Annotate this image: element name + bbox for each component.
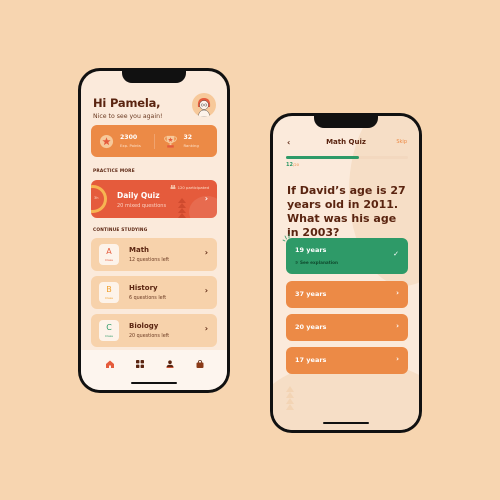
quiz-phone: ‹ Math Quiz Skip 12/20 If David’s age is… xyxy=(270,113,422,433)
answer-text: 19 years xyxy=(295,246,327,254)
practice-section-title: PRACTICE MORE xyxy=(93,169,135,174)
decor-blob xyxy=(189,196,217,218)
grid-icon[interactable] xyxy=(135,359,145,369)
progress-current: 12 xyxy=(286,162,293,168)
answer-option[interactable]: 17 years › xyxy=(286,347,408,374)
chevron-right-icon: › xyxy=(396,355,399,363)
skip-button[interactable]: Skip xyxy=(396,139,407,145)
avatar[interactable] xyxy=(192,93,216,117)
quiz-progress-bar xyxy=(286,156,408,159)
daily-quiz-subtitle: 20 mixed questions xyxy=(117,203,167,209)
answer-text: 20 years xyxy=(295,323,327,331)
quiz-screen: ‹ Math Quiz Skip 12/20 If David’s age is… xyxy=(273,116,419,430)
chevron-right-icon: › xyxy=(204,194,208,203)
chevron-right-icon: › xyxy=(396,289,399,297)
quiz-header: ‹ Math Quiz Skip xyxy=(273,138,419,150)
stat-exp-points: 2300 Exp. Points xyxy=(91,134,154,149)
star-badge-icon xyxy=(99,134,114,149)
course-card-biology[interactable]: C Class Biology 20 questions left › xyxy=(91,314,217,347)
class-letter: B xyxy=(106,285,112,294)
class-tag: Class xyxy=(105,296,113,300)
class-letter: A xyxy=(106,247,112,256)
home-indicator xyxy=(323,421,369,424)
decor-triangles xyxy=(286,386,294,410)
participants-count: 120 participated xyxy=(177,185,209,190)
participants-info: 120 participated xyxy=(170,185,209,190)
profile-icon[interactable] xyxy=(165,359,175,369)
home-screen: Hi Pamela, Nice to see you again! 2300 E… xyxy=(81,71,227,390)
home-icon[interactable] xyxy=(105,359,115,369)
stats-card: 2300 Exp. Points 32 Ranking xyxy=(91,125,217,157)
home-indicator xyxy=(131,381,177,384)
chevron-right-icon: › xyxy=(204,286,208,295)
stat-value: 32 xyxy=(183,134,193,141)
timer-text: 3h xyxy=(94,196,99,200)
home-phone: Hi Pamela, Nice to see you again! 2300 E… xyxy=(78,68,230,393)
course-name: History xyxy=(129,284,158,292)
class-letter: C xyxy=(106,323,112,332)
daily-quiz-title: Daily Quiz xyxy=(117,191,160,200)
class-badge: C Class xyxy=(99,320,119,341)
check-icon: ✓ xyxy=(393,250,399,258)
see-explanation-label: See explanation xyxy=(299,260,339,265)
progress-count: 12/20 xyxy=(286,162,299,168)
people-icon xyxy=(170,185,176,190)
course-name: Biology xyxy=(129,322,159,330)
stat-label: Ranking xyxy=(183,143,199,148)
answer-option[interactable]: 37 years › xyxy=(286,281,408,308)
stat-ranking: 32 Ranking xyxy=(153,133,218,149)
class-tag: Class xyxy=(105,334,113,338)
chevron-right-icon: › xyxy=(204,324,208,333)
progress-total: /20 xyxy=(292,162,300,167)
answer-option-correct[interactable]: 19 years ✲ See explanation ✓ xyxy=(286,238,408,274)
answer-option[interactable]: 20 years › xyxy=(286,314,408,341)
continue-section-title: CONTINUE STUDYING xyxy=(93,228,148,233)
class-tag: Class xyxy=(105,258,113,262)
course-name: Math xyxy=(129,246,150,254)
notch xyxy=(122,71,186,83)
questions-left: 12 questions left xyxy=(129,258,170,263)
gear-icon: ✲ xyxy=(295,260,299,265)
bottom-tab-bar xyxy=(81,350,227,390)
questions-left: 20 questions left xyxy=(129,334,170,339)
greeting-title: Hi Pamela, xyxy=(93,96,161,110)
answer-text: 17 years xyxy=(295,356,327,364)
course-card-history[interactable]: B Class History 6 questions left › xyxy=(91,276,217,309)
stat-value: 2300 xyxy=(120,134,138,141)
daily-quiz-card[interactable]: 3h Daily Quiz 20 mixed questions 120 par… xyxy=(91,180,217,218)
class-badge: B Class xyxy=(99,282,119,303)
class-badge: A Class xyxy=(99,244,119,265)
greeting-block: Hi Pamela, Nice to see you again! xyxy=(93,96,162,120)
see-explanation-link[interactable]: ✲ See explanation xyxy=(295,260,338,265)
chevron-right-icon: › xyxy=(396,322,399,330)
stat-label: Exp. Points xyxy=(120,143,141,148)
answer-text: 37 years xyxy=(295,290,327,298)
quiz-progress-fill xyxy=(286,156,360,159)
decor-triangles xyxy=(178,198,186,218)
chevron-right-icon: › xyxy=(204,248,208,257)
question-text: If David’s age is 27 years old in 2011. … xyxy=(287,184,406,239)
bag-icon[interactable] xyxy=(195,359,205,369)
course-card-math[interactable]: A Class Math 12 questions left › xyxy=(91,238,217,271)
notch xyxy=(314,116,378,128)
trophy-icon xyxy=(163,134,178,149)
questions-left: 6 questions left xyxy=(129,296,167,301)
greeting-subtitle: Nice to see you again! xyxy=(93,113,163,120)
